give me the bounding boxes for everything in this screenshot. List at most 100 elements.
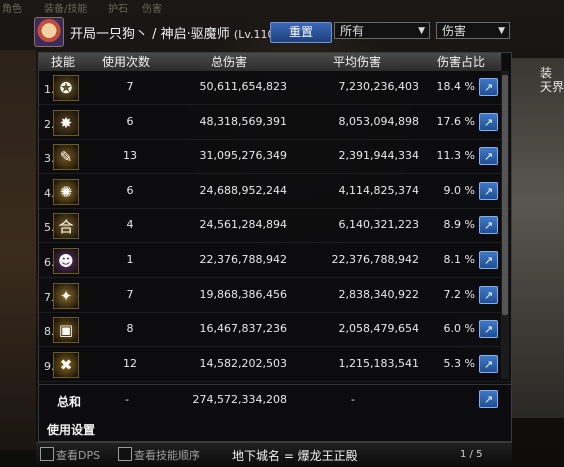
row-uses: 6 bbox=[126, 183, 134, 197]
share-skill-button[interactable]: ↗ bbox=[479, 285, 498, 304]
header-uses: 使用次数 bbox=[87, 53, 166, 71]
character-avatar bbox=[34, 17, 64, 47]
table-row: 5. 合 4 24,561,284,894 6,140,321,223 8.9 % ↗ bbox=[39, 210, 511, 244]
right-scenery-text: 装 天界 bbox=[540, 66, 564, 94]
character-name: 开局一只狗丶 / 神启·驱魔师 bbox=[70, 27, 230, 42]
share-skill-button[interactable]: ↗ bbox=[479, 320, 498, 339]
row-avg-damage: 6,140,321,223 bbox=[338, 218, 419, 232]
row-total-damage: 31,095,276,349 bbox=[199, 149, 287, 163]
table-header: 技能 使用次数 总伤害 平均伤害 伤害占比 bbox=[39, 53, 511, 71]
header-avg-damage: 平均伤害 bbox=[293, 53, 422, 71]
table-row: 2. ✸ 6 48,318,569,391 8,053,094,898 17.6 % ↗ bbox=[39, 107, 511, 140]
metric-select-value: 伤害 bbox=[442, 24, 467, 38]
row-avg-damage: 7,230,236,403 bbox=[338, 80, 419, 93]
row-total-damage: 24,688,952,244 bbox=[199, 183, 287, 197]
unity-sigil-icon: 合 bbox=[53, 213, 79, 240]
row-avg-damage: 2,391,944,334 bbox=[338, 149, 419, 163]
row-avg-damage: 4,114,825,374 bbox=[338, 183, 419, 197]
row-avg-damage: 1,215,183,541 bbox=[338, 356, 419, 370]
seal-tablet-icon: ▣ bbox=[53, 317, 79, 344]
row-damage-share: 18.4 % bbox=[436, 80, 475, 93]
talisman-burst-icon: ✸ bbox=[53, 109, 79, 136]
demon-face-icon: ☻ bbox=[53, 248, 79, 274]
chevron-down-icon: ▼ bbox=[418, 26, 425, 36]
bg-tab-3: 伤害 bbox=[142, 4, 162, 15]
show-skill-order-label: 查看技能顺序 bbox=[134, 449, 200, 462]
row-damage-share: 9.0 % bbox=[443, 183, 475, 197]
row-uses: 7 bbox=[126, 80, 134, 93]
row-uses: 13 bbox=[123, 149, 137, 163]
share-skill-button[interactable]: ↗ bbox=[479, 216, 498, 235]
row-total-damage: 14,582,202,503 bbox=[199, 356, 287, 370]
metric-select[interactable]: 伤害 ▼ bbox=[436, 22, 510, 39]
radiant-burst-icon: ✺ bbox=[53, 178, 79, 205]
row-uses: 12 bbox=[123, 356, 137, 370]
left-scenery bbox=[0, 50, 36, 450]
share-skill-button[interactable]: ↗ bbox=[479, 78, 498, 96]
row-total-damage: 50,611,654,823 bbox=[199, 80, 287, 93]
total-uses: - bbox=[125, 393, 129, 406]
share-skill-button[interactable]: ↗ bbox=[479, 147, 498, 166]
row-uses: 1 bbox=[126, 253, 134, 266]
scrollbar-thumb[interactable] bbox=[502, 75, 508, 315]
scroll-slash-icon: ✎ bbox=[53, 144, 79, 171]
show-dps-checkbox[interactable] bbox=[40, 447, 54, 461]
total-avg: - bbox=[351, 393, 355, 406]
bottom-bar: 查看DPS 查看技能顺序 地下城名 = 爆龙王正殿 1 / 5 bbox=[36, 442, 512, 467]
right-text-line: 天界 bbox=[540, 80, 564, 94]
table-row: 4. ✺ 6 24,688,952,244 4,114,825,374 9.0 % ↗ bbox=[39, 176, 511, 209]
row-damage-share: 11.3 % bbox=[436, 149, 475, 163]
row-damage-share: 7.2 % bbox=[443, 287, 475, 301]
row-total-damage: 48,318,569,391 bbox=[199, 114, 287, 128]
show-skill-order-checkbox[interactable] bbox=[118, 447, 132, 461]
table-row: 7. ✦ 7 19,868,386,456 2,838,340,922 7.2 % ↗ bbox=[39, 280, 511, 313]
row-uses: 4 bbox=[126, 218, 134, 232]
row-damage-share: 17.6 % bbox=[436, 114, 475, 128]
filter-select[interactable]: 所有 ▼ bbox=[334, 22, 430, 39]
row-uses: 7 bbox=[126, 287, 134, 301]
table-row: 1. ✪ 7 50,611,654,823 7,230,236,403 18.4 % ↗ bbox=[39, 72, 511, 105]
share-total-button[interactable]: ↗ bbox=[479, 390, 498, 408]
header-total-damage: 总伤害 bbox=[165, 53, 294, 71]
table-row: 9. ✖ 12 14,582,202,503 1,215,183,541 5.3 % ↗ bbox=[39, 349, 511, 382]
row-damage-share: 8.1 % bbox=[443, 253, 475, 266]
row-avg-damage: 2,058,479,654 bbox=[338, 322, 419, 336]
row-total-damage: 16,467,837,236 bbox=[199, 322, 287, 336]
table-row: 8. ▣ 8 16,467,837,236 2,058,479,654 6.0 % ↗ bbox=[39, 314, 511, 348]
right-text-line: 装 bbox=[540, 66, 553, 80]
wing-light-icon: ✦ bbox=[53, 282, 79, 309]
window-title: 开局一只狗丶 / 神启·驱魔师 (Lv.110) bbox=[70, 23, 279, 42]
row-avg-damage: 22,376,788,942 bbox=[331, 253, 419, 266]
pentagram-seal-icon: ✪ bbox=[53, 75, 79, 101]
row-damage-share: 8.9 % bbox=[443, 218, 475, 232]
damage-stats-panel: 技能 使用次数 总伤害 平均伤害 伤害占比 1. ✪ 7 50,611,654,823… bbox=[38, 52, 512, 442]
chevron-down-icon: ▼ bbox=[498, 26, 505, 36]
show-dps-label: 查看DPS bbox=[56, 449, 101, 462]
share-skill-button[interactable]: ↗ bbox=[479, 251, 498, 269]
usage-settings-button[interactable]: 使用设置 bbox=[47, 421, 95, 438]
row-uses: 6 bbox=[126, 114, 134, 128]
reset-button[interactable]: 重置 bbox=[270, 22, 332, 43]
bg-tab-1: 装备/技能 bbox=[44, 4, 88, 15]
table-row: 6. ☻ 1 22,376,788,942 22,376,788,942 8.1 % ↗ bbox=[39, 245, 511, 278]
table-row: 3. ✎ 13 31,095,276,349 2,391,944,334 11.3 % ↗ bbox=[39, 141, 511, 175]
header-skill: 技能 bbox=[39, 53, 88, 71]
row-avg-damage: 2,838,340,922 bbox=[338, 287, 419, 301]
row-damage-share: 6.0 % bbox=[443, 322, 475, 336]
share-skill-button[interactable]: ↗ bbox=[479, 354, 498, 373]
row-damage-share: 5.3 % bbox=[443, 356, 475, 370]
cross-strike-icon: ✖ bbox=[53, 351, 79, 378]
total-damage: 274,572,334,208 bbox=[192, 393, 287, 406]
scrollbar[interactable] bbox=[501, 71, 509, 379]
bg-tab-0: 角色 bbox=[2, 4, 22, 15]
row-total-damage: 19,868,386,456 bbox=[199, 287, 287, 301]
share-skill-button[interactable]: ↗ bbox=[479, 112, 498, 131]
total-label: 总和 bbox=[57, 395, 82, 409]
header-damage-share: 伤害占比 bbox=[421, 53, 502, 71]
right-scenery bbox=[510, 58, 564, 418]
row-avg-damage: 8,053,094,898 bbox=[338, 114, 419, 128]
bg-tab-2: 护石 bbox=[108, 4, 128, 15]
dungeon-name: 地下城名 = 爆龙王正殿 bbox=[232, 449, 358, 463]
share-skill-button[interactable]: ↗ bbox=[479, 181, 498, 200]
row-uses: 8 bbox=[126, 322, 134, 336]
